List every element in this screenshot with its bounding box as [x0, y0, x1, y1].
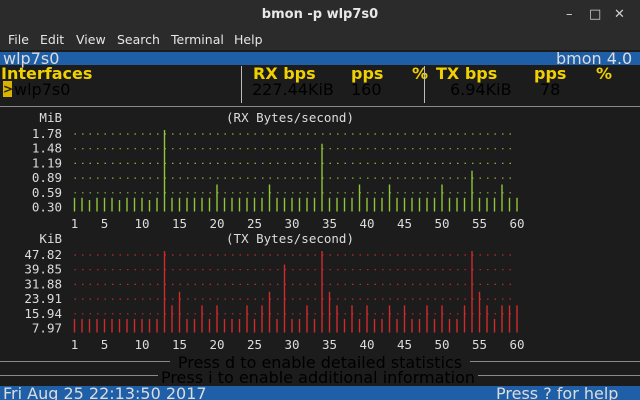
y-tick-label: 0.89 [32, 170, 62, 185]
x-tick-label: 25 [247, 216, 262, 231]
x-tick-label: 40 [359, 337, 374, 352]
col-tx-pps: pps [534, 64, 567, 83]
col-rx-bps: RX bps [253, 64, 316, 83]
col-tx-bps: TX bps [436, 64, 498, 83]
col-interfaces: Interfaces [1, 64, 93, 83]
y-tick-label: 0.59 [32, 185, 62, 200]
graph-title: (TX Bytes/second) [226, 231, 354, 246]
y-tick-label: 0.30 [32, 200, 62, 215]
y-tick-label: 1.48 [32, 141, 62, 156]
x-tick-label: 55 [472, 216, 487, 231]
x-tick-label: 5 [101, 216, 109, 231]
x-tick-label: 10 [134, 216, 149, 231]
x-tick-label: 20 [209, 337, 224, 352]
y-tick-label: 15.94 [24, 306, 62, 321]
x-tick-label: 10 [134, 337, 149, 352]
column-divider [241, 66, 242, 103]
menu-search[interactable]: Search [117, 30, 160, 50]
window-title: bmon -p wlp7s0 [261, 7, 379, 22]
status-bar: Fri Aug 25 22:13:50 2017 Press ? for hel… [0, 386, 640, 400]
col-tx-pct: % [596, 64, 613, 83]
y-tick-label: 23.91 [24, 291, 62, 306]
y-tick-label: 7.97 [32, 321, 62, 336]
x-tick-label: 50 [434, 216, 449, 231]
x-tick-label: 40 [359, 216, 374, 231]
y-tick-label: 31.88 [24, 276, 62, 291]
x-tick-label: 15 [172, 337, 187, 352]
interface-name: wlp7s0 [14, 80, 71, 99]
graph-title: (RX Bytes/second) [226, 110, 354, 125]
y-tick-label: 39.85 [24, 262, 62, 277]
x-tick-label: 35 [322, 337, 337, 352]
x-tick-label: 50 [434, 337, 449, 352]
hint-additional: Press i to enable additional information [158, 370, 478, 386]
traffic-graphs: MiB (RX Bytes/second) 1.781.481.190.890.59… [24, 110, 524, 352]
divider-line [0, 106, 640, 107]
x-tick-label: 35 [322, 216, 337, 231]
x-tick-label: 5 [101, 337, 109, 352]
status-help: Press ? for help [496, 384, 619, 400]
y-unit-label: MiB [39, 110, 62, 125]
x-tick-label: 25 [247, 337, 262, 352]
selection-cursor-icon: > [3, 81, 14, 97]
header-version: bmon 4.0 [556, 49, 633, 68]
col-rx-pps: pps [351, 64, 384, 83]
menu-edit[interactable]: Edit [40, 30, 64, 50]
x-tick-label: 30 [284, 337, 299, 352]
terminal-window: bmon -p wlp7s0 – □ ✕ File Edit View Sear… [0, 0, 640, 400]
x-tick-label: 60 [509, 216, 524, 231]
menu-view[interactable]: View [76, 30, 106, 50]
x-tick-label: 1 [71, 337, 79, 352]
x-tick-label: 15 [172, 216, 187, 231]
menu-bar: File Edit View Search Terminal Help [0, 30, 640, 50]
y-tick-label: 47.82 [24, 247, 62, 262]
column-divider [424, 66, 425, 103]
tx-bps-value: 6.94KiB [450, 80, 512, 99]
rx-pps-value: 160 [351, 80, 382, 99]
maximize-icon[interactable]: □ [589, 8, 601, 22]
x-tick-label: 30 [284, 216, 299, 231]
minimize-icon[interactable]: – [566, 8, 573, 22]
title-bar: bmon -p wlp7s0 – □ ✕ [0, 0, 640, 30]
y-tick-label: 1.19 [32, 155, 62, 170]
menu-help[interactable]: Help [234, 30, 263, 50]
menu-terminal[interactable]: Terminal [171, 30, 224, 50]
close-icon[interactable]: ✕ [614, 8, 625, 22]
x-tick-label: 45 [397, 337, 412, 352]
rx-bps-value: 227.44KiB [252, 80, 334, 99]
x-tick-label: 20 [209, 216, 224, 231]
tx-pps-value: 78 [540, 80, 561, 99]
x-tick-label: 55 [472, 337, 487, 352]
y-unit-label: KiB [39, 231, 62, 246]
col-rx-pct: % [412, 64, 429, 83]
menu-file[interactable]: File [8, 30, 29, 50]
y-tick-label: 1.78 [32, 126, 62, 141]
status-datetime: Fri Aug 25 22:13:50 2017 [3, 384, 207, 400]
x-tick-label: 60 [509, 337, 524, 352]
x-tick-label: 45 [397, 216, 412, 231]
x-tick-label: 1 [71, 216, 79, 231]
